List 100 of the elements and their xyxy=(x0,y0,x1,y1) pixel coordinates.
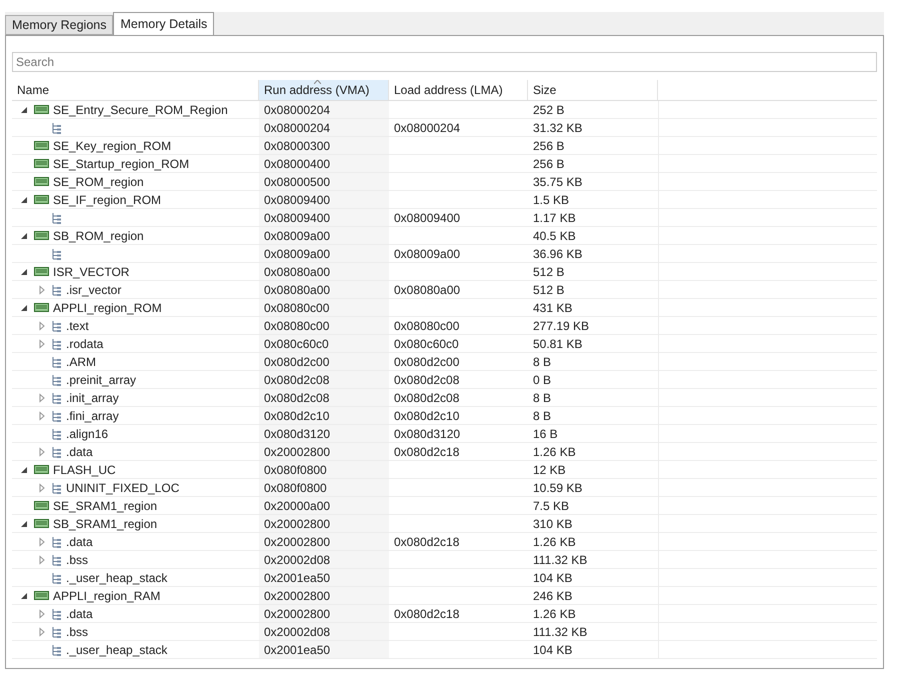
memory-chip-icon xyxy=(34,231,49,240)
tree-item-label[interactable]: SE_ROM_region xyxy=(53,172,144,190)
tree-item-label[interactable]: .bss xyxy=(66,550,88,568)
table-cell-text: 1.26 KB xyxy=(533,534,576,550)
table-cell-text: 0x08009400 xyxy=(394,210,460,226)
tree-item-label[interactable]: APPLI_region_ROM xyxy=(53,298,162,316)
table-cell-text: 1.26 KB xyxy=(533,444,576,460)
expanded-triangle-icon[interactable] xyxy=(20,464,30,474)
tree-item-label[interactable]: .text xyxy=(66,316,89,334)
collapsed-triangle-icon[interactable] xyxy=(37,536,47,546)
memory-chip-icon xyxy=(34,105,49,114)
table-cell-text: 40.5 KB xyxy=(533,228,576,244)
tree-item-label[interactable]: ._user_heap_stack xyxy=(66,640,168,658)
table-cell-text: 0x20002800 xyxy=(264,606,330,622)
column-header[interactable]: Run address (VMA) xyxy=(259,80,389,100)
table-cell-text: 0x080d2c08 xyxy=(264,372,330,388)
memory-chip-icon xyxy=(34,159,49,168)
tree-structure-icon xyxy=(51,554,62,566)
expanded-triangle-icon[interactable] xyxy=(20,590,30,600)
table-cell-text: 0x080d2c00 xyxy=(394,354,460,370)
table-cell-text: 0x08080c00 xyxy=(264,300,330,316)
tab[interactable]: Memory Details xyxy=(113,12,214,35)
collapsed-triangle-icon[interactable] xyxy=(37,608,47,618)
tree-item-label[interactable]: SB_SRAM1_region xyxy=(53,514,158,532)
table-cell-text: 0x08009a00 xyxy=(264,228,330,244)
table-cell-text: 431 KB xyxy=(533,300,572,316)
expanded-triangle-icon[interactable] xyxy=(20,518,30,528)
collapsed-triangle-icon[interactable] xyxy=(37,410,47,420)
tree-item-label[interactable]: FLASH_UC xyxy=(53,460,116,478)
table-cell-text: 1.17 KB xyxy=(533,210,576,226)
memory-chip-icon xyxy=(34,519,49,528)
table-cell-text: 0x080d3120 xyxy=(394,426,460,442)
table-cell-text: 0x08000204 xyxy=(264,120,330,136)
tree-structure-icon xyxy=(51,212,62,224)
tree-item-label[interactable]: .ARM xyxy=(66,352,96,370)
column-header[interactable]: Load address (LMA) xyxy=(389,80,528,100)
collapsed-triangle-icon[interactable] xyxy=(37,554,47,564)
table-cell-text: 0x08080a00 xyxy=(394,282,460,298)
tree-structure-icon xyxy=(51,608,62,620)
collapsed-triangle-icon[interactable] xyxy=(37,446,47,456)
tree-item-label[interactable]: .align16 xyxy=(66,424,108,442)
tree-item-label[interactable]: SE_Key_region_ROM xyxy=(53,136,172,154)
tree-structure-icon xyxy=(51,626,62,638)
collapsed-triangle-icon[interactable] xyxy=(37,626,47,636)
tree-item-label[interactable]: APPLI_region_RAM xyxy=(53,586,160,604)
memory-chip-icon xyxy=(34,465,49,474)
collapsed-triangle-icon[interactable] xyxy=(37,284,47,294)
collapsed-triangle-icon[interactable] xyxy=(37,320,47,330)
column-header[interactable]: Size xyxy=(528,80,658,100)
table-cell-text: 8 B xyxy=(533,354,552,370)
expanded-triangle-icon[interactable] xyxy=(20,230,30,240)
expanded-triangle-icon[interactable] xyxy=(20,266,30,276)
table-cell-text: 512 B xyxy=(533,264,564,280)
memory-chip-icon xyxy=(34,303,49,312)
memory-chip-icon xyxy=(34,501,49,510)
table-cell-text: 0x2001ea50 xyxy=(264,642,330,658)
tree-item-label[interactable]: SE_IF_region_ROM xyxy=(53,190,162,208)
table-cell-text: 0x080d2c00 xyxy=(264,354,330,370)
tree-structure-icon xyxy=(51,410,62,422)
tree-item-label[interactable]: SE_Entry_Secure_ROM_Region xyxy=(53,100,228,118)
tree-item-label[interactable]: ISR_VECTOR xyxy=(53,262,130,280)
tree-item-label[interactable]: SB_ROM_region xyxy=(53,226,144,244)
tree-structure-icon xyxy=(51,572,62,584)
tree-item-label[interactable]: .init_array xyxy=(66,388,119,406)
tree-item-label[interactable]: .data xyxy=(66,442,93,460)
tree-item-label[interactable]: SE_Startup_region_ROM xyxy=(53,154,190,172)
collapsed-triangle-icon[interactable] xyxy=(37,338,47,348)
tree-item-label[interactable]: .data xyxy=(66,604,93,622)
tree-item-label[interactable]: .data xyxy=(66,532,93,550)
table-cell-text: 0x20002d08 xyxy=(264,624,330,640)
table-cell-text: 1.5 KB xyxy=(533,192,570,208)
collapsed-triangle-icon[interactable] xyxy=(37,392,47,402)
tree-item-label[interactable]: .bss xyxy=(66,622,88,640)
table-cell-text: 0x080d2c08 xyxy=(394,372,460,388)
tree-item-label[interactable]: UNINIT_FIXED_LOC xyxy=(66,478,180,496)
table-cell-text: 8 B xyxy=(533,408,552,424)
tree-structure-icon xyxy=(51,338,62,350)
table-cell-text: 1.26 KB xyxy=(533,606,576,622)
expanded-triangle-icon[interactable] xyxy=(20,194,30,204)
table-cell-text: 0x08080c00 xyxy=(264,318,330,334)
table-cell-text: 0x080d2c10 xyxy=(394,408,460,424)
tree-structure-icon xyxy=(51,446,62,458)
tree-item-label[interactable]: .fini_array xyxy=(66,406,119,424)
tree-item-label[interactable]: .isr_vector xyxy=(66,280,122,298)
table-cell-text: 0x08000204 xyxy=(264,102,330,118)
tree-item-label[interactable]: ._user_heap_stack xyxy=(66,568,168,586)
table-cell-text: 0x20002d08 xyxy=(264,552,330,568)
tab[interactable]: Memory Regions xyxy=(5,15,114,35)
table-cell-text: 16 B xyxy=(533,426,558,442)
expanded-triangle-icon[interactable] xyxy=(20,302,30,312)
search-field[interactable]: Search xyxy=(12,52,877,72)
tree-item-label[interactable]: .preinit_array xyxy=(66,370,136,388)
table-cell-text: 0x080c60c0 xyxy=(264,336,329,352)
tree-item-label[interactable]: .rodata xyxy=(66,334,104,352)
table-cell-text: 10.59 KB xyxy=(533,480,582,496)
collapsed-triangle-icon[interactable] xyxy=(37,482,47,492)
tree-item-label[interactable]: SE_SRAM1_region xyxy=(53,496,158,514)
tree-structure-icon xyxy=(51,248,62,260)
expanded-triangle-icon[interactable] xyxy=(20,104,30,114)
table-cell-text: 0x08009400 xyxy=(264,192,330,208)
